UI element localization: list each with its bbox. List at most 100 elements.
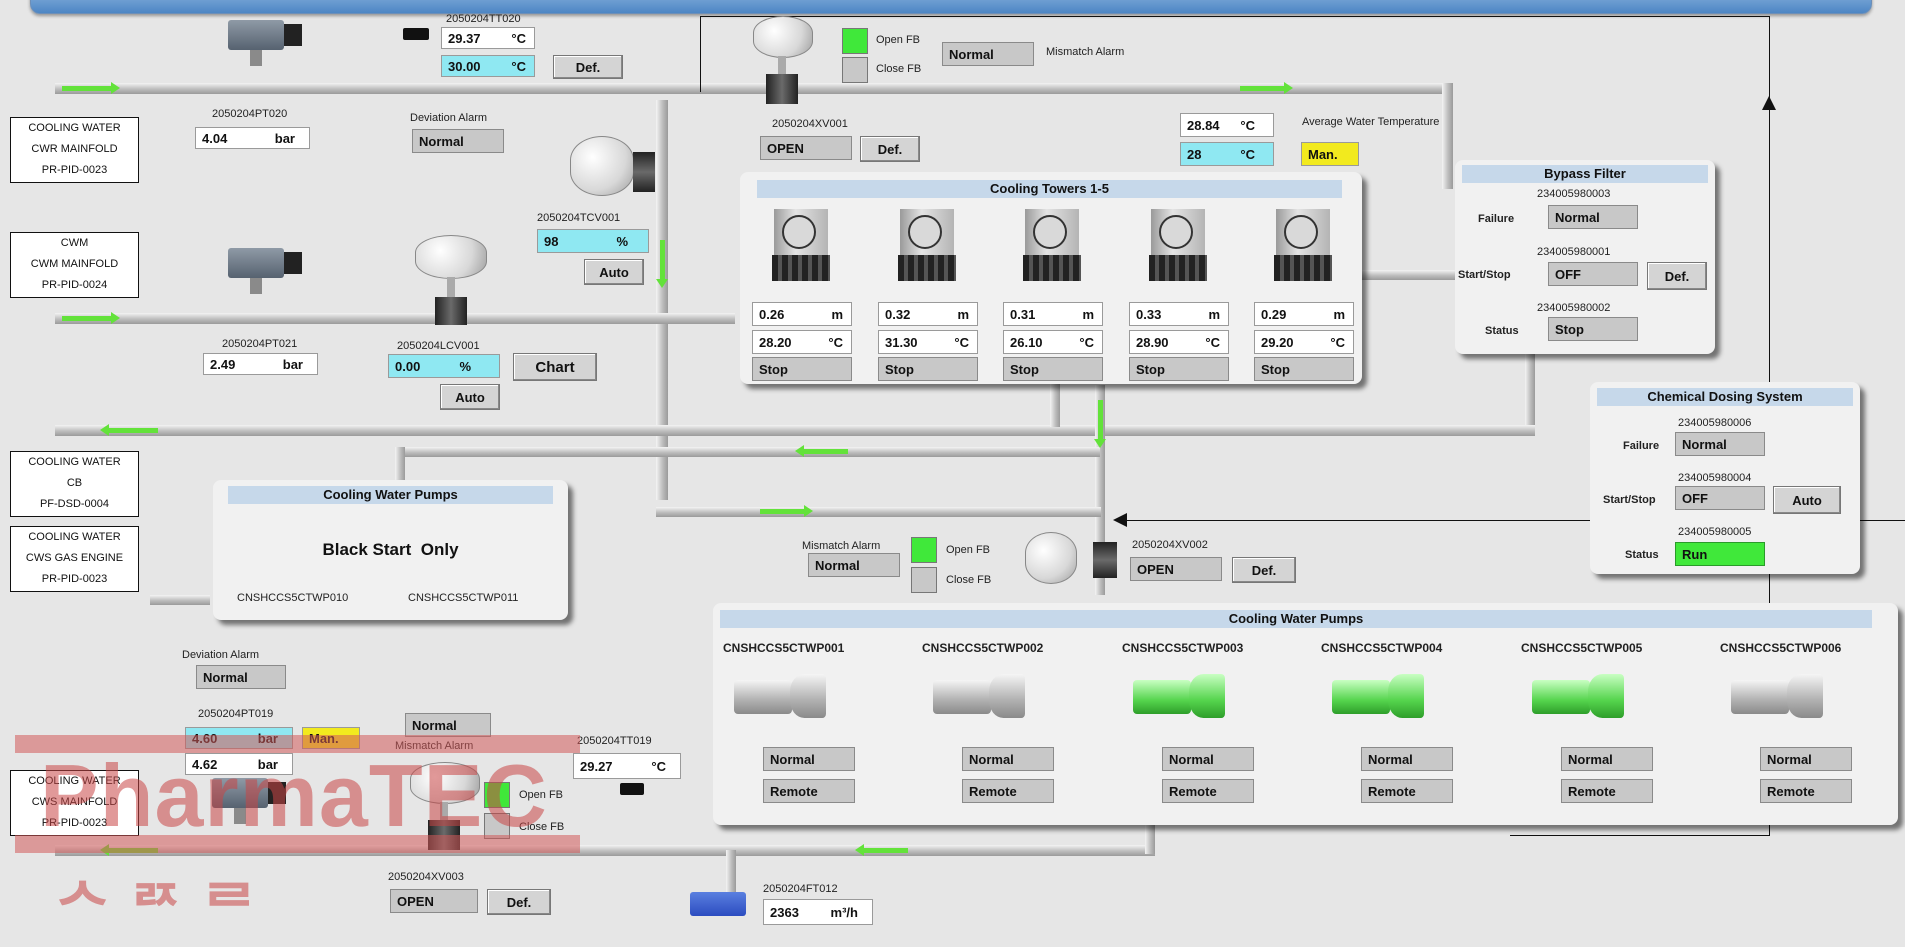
bypass-def-button[interactable]: Def. — [1647, 262, 1707, 290]
lcv001-valve-icon[interactable] — [415, 235, 490, 330]
deviation-alarm-status: Normal — [412, 129, 504, 153]
xv003-valve-icon[interactable] — [410, 760, 485, 855]
pump-status[interactable]: Normal — [763, 747, 855, 771]
signal-line-top — [700, 16, 1770, 17]
xv001-open-fb-label: Open FB — [876, 34, 921, 46]
bypass-status: Stop — [1548, 317, 1638, 341]
xv001-tag: 2050204XV001 — [772, 118, 848, 130]
xv001-valve-icon[interactable] — [748, 10, 818, 105]
xv002-valve-icon[interactable] — [1013, 528, 1123, 588]
pump-status[interactable]: Normal — [1361, 747, 1453, 771]
flow-arrow-down-icon — [656, 240, 668, 288]
pump-icon[interactable] — [1727, 670, 1827, 722]
xv003-mismatch-label: Mismatch Alarm — [395, 740, 474, 752]
tower-level: 0.31 m — [1003, 302, 1103, 326]
pump-icon[interactable] — [929, 670, 1029, 722]
tt020-setpoint[interactable]: 30.00 °C — [441, 55, 535, 77]
pump-tag: CNSHCCS5CTWP005 — [1521, 641, 1643, 655]
tcv001-valve-icon[interactable] — [570, 132, 675, 202]
pump-icon[interactable] — [1528, 670, 1628, 722]
pump-mode[interactable]: Remote — [962, 779, 1054, 803]
bypass-failure-label: Failure — [1478, 213, 1515, 225]
xv003-mismatch-status: Normal — [405, 713, 491, 737]
flow-arrow-right-icon — [1240, 82, 1293, 94]
pipe-right-down — [1442, 83, 1453, 189]
xv003-state: OPEN — [390, 889, 478, 913]
pump-status[interactable]: Normal — [962, 747, 1054, 771]
tt020-tag: 2050204TT020 — [446, 13, 521, 25]
pt019-mode[interactable]: Man. — [302, 727, 360, 749]
tower-status[interactable]: Stop — [878, 357, 978, 381]
cwr-mainfold-box[interactable]: COOLING WATER CWR MAINFOLD PR-PID-0023 — [10, 117, 139, 183]
tower-level: 0.33 m — [1129, 302, 1229, 326]
lcv001-chart-button[interactable]: Chart — [513, 353, 597, 381]
avg-temp-setpoint[interactable]: 28 °C — [1180, 142, 1274, 166]
chem-startstop-status[interactable]: OFF — [1675, 486, 1765, 510]
pump-status[interactable]: Normal — [1760, 747, 1852, 771]
pump-icon[interactable] — [1328, 670, 1428, 722]
cooling-water-pumps-title: Cooling Water Pumps — [720, 610, 1872, 628]
cooling-tower-icon[interactable] — [1272, 205, 1334, 285]
pipe-pumps-out — [1145, 820, 1155, 854]
title-bar — [30, 0, 1872, 14]
deviation-alarm-bot-label: Deviation Alarm — [182, 649, 260, 661]
gas-engine-box[interactable]: COOLING WATER CWS GAS ENGINE PR-PID-0023 — [10, 526, 139, 592]
pump-011-tag[interactable]: CNSHCCS5CTWP011 — [408, 592, 518, 604]
cooling-tower-icon[interactable] — [770, 205, 832, 285]
pump-mode[interactable]: Remote — [763, 779, 855, 803]
signal-arrow-up-icon — [1762, 96, 1776, 110]
xv002-tag: 2050204XV002 — [1132, 539, 1208, 551]
tt020-def-button[interactable]: Def. — [553, 55, 623, 79]
pt019-setpoint[interactable]: 4.60 bar — [185, 727, 293, 749]
pump-status[interactable]: Normal — [1162, 747, 1254, 771]
tcv001-tag: 2050204TCV001 — [537, 212, 621, 224]
pump-mode[interactable]: Remote — [1361, 779, 1453, 803]
tt020-pv: 29.37 °C — [441, 27, 535, 49]
cooling-tower-icon[interactable] — [896, 205, 958, 285]
tower-status[interactable]: Stop — [752, 357, 852, 381]
pump-010-tag[interactable]: CNSHCCS5CTWP010 — [237, 592, 348, 604]
pump-status[interactable]: Normal — [1561, 747, 1653, 771]
tcv001-output[interactable]: 98% — [537, 229, 649, 253]
xv001-close-fb-indicator — [842, 57, 868, 83]
pipe-center-join — [656, 507, 1101, 517]
bypass-tag1: 234005980003 — [1537, 188, 1611, 200]
xv002-def-button[interactable]: Def. — [1232, 557, 1296, 583]
pump-mode[interactable]: Remote — [1760, 779, 1852, 803]
xv002-close-fb-indicator — [911, 567, 937, 593]
tower-status[interactable]: Stop — [1129, 357, 1229, 381]
cooling-tower-icon[interactable] — [1021, 205, 1083, 285]
chem-mode-button[interactable]: Auto — [1773, 486, 1841, 514]
tower-status[interactable]: Stop — [1003, 357, 1103, 381]
pipe-gas-engine — [150, 595, 210, 605]
flow-meter-icon — [690, 892, 746, 916]
xv003-def-button[interactable]: Def. — [487, 889, 551, 915]
xv003-open-fb-indicator — [484, 782, 510, 808]
signal-arrow-left-icon — [1113, 513, 1127, 527]
tower-status[interactable]: Stop — [1254, 357, 1354, 381]
pump-tag: CNSHCCS5CTWP003 — [1122, 641, 1244, 655]
ft012-value: 2363 m³/h — [763, 899, 873, 925]
tower-temperature: 29.20 °C — [1254, 330, 1354, 354]
cwm-mainfold-box[interactable]: CWM CWM MAINFOLD PR-PID-0024 — [10, 232, 139, 298]
avg-temp-mode[interactable]: Man. — [1301, 142, 1359, 166]
pump-mode[interactable]: Remote — [1162, 779, 1254, 803]
bypass-startstop-status[interactable]: OFF — [1548, 262, 1638, 286]
bypass-filter-title: Bypass Filter — [1462, 165, 1708, 183]
xv002-mismatch-status: Normal — [808, 553, 900, 577]
xv001-def-button[interactable]: Def. — [860, 136, 920, 162]
lcv001-mode-button[interactable]: Auto — [440, 384, 500, 410]
cws-mainfold-box[interactable]: COOLING WATER CWS MAINFOLD PR-PID-0023 — [10, 770, 139, 836]
xv002-mismatch-label: Mismatch Alarm — [802, 540, 881, 552]
cb-box[interactable]: COOLING WATER CB PF-DSD-0004 — [10, 451, 139, 517]
pump-icon[interactable] — [1129, 670, 1229, 722]
pump-mode[interactable]: Remote — [1561, 779, 1653, 803]
cooling-tower-icon[interactable] — [1147, 205, 1209, 285]
tcv001-mode-button[interactable]: Auto — [584, 259, 644, 285]
pump-icon[interactable] — [730, 670, 830, 722]
lcv001-output[interactable]: 0.00% — [388, 354, 500, 378]
temperature-sensor-icon — [403, 28, 429, 40]
bypass-startstop-label: Start/Stop — [1458, 269, 1511, 281]
xv003-close-fb-label: Close FB — [519, 821, 565, 833]
flow-arrow-right-icon — [62, 82, 120, 94]
